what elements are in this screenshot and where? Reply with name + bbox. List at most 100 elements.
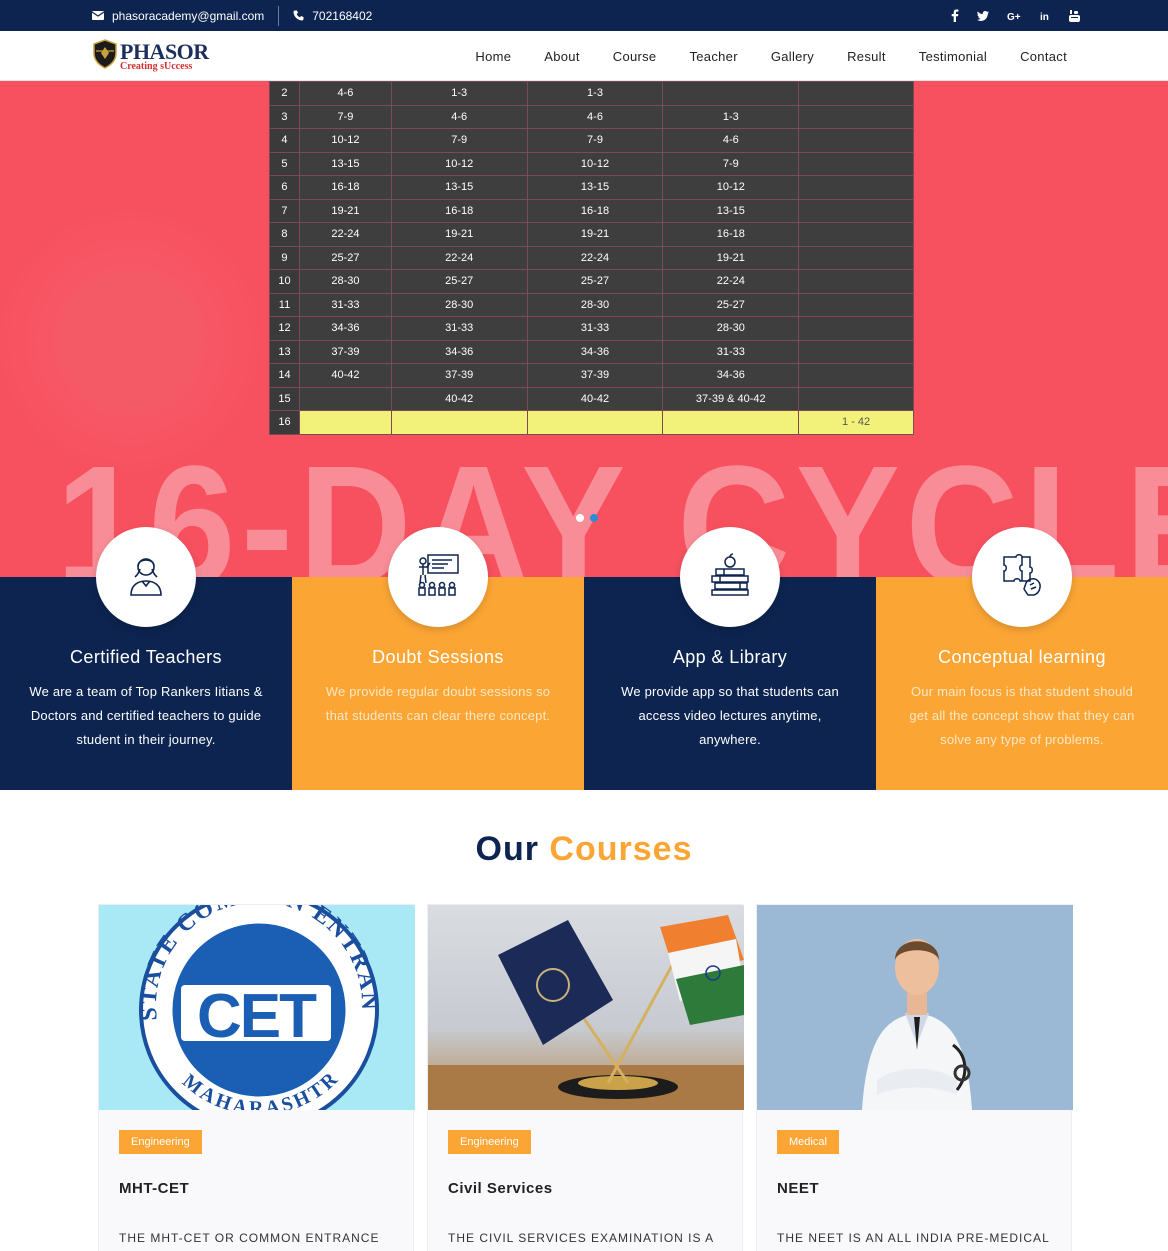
schedule-row: 2 4-6 1-3 1-3 bbox=[269, 81, 914, 106]
schedule-day-cell: 8 bbox=[269, 222, 300, 247]
nav-item-result[interactable]: Result bbox=[847, 49, 886, 64]
schedule-cell: 13-15 bbox=[390, 175, 528, 200]
schedule-cell: 1 - 42 bbox=[798, 410, 914, 435]
course-description: THE MHT-CET OR COMMON ENTRANCE TEST IS A… bbox=[119, 1231, 380, 1245]
site-logo[interactable]: PHASOR Creating sUccess bbox=[92, 39, 209, 74]
contact-info: phasoracademy@gmail.com 702168402 bbox=[92, 0, 372, 31]
linkedin-icon[interactable]: in bbox=[1040, 11, 1051, 21]
schedule-cell: 31-33 bbox=[390, 316, 528, 341]
google-plus-icon[interactable]: G+ bbox=[1007, 11, 1022, 21]
schedule-cell: 37-39 bbox=[390, 363, 528, 388]
features-section: Certified Teachers We are a team of Top … bbox=[0, 527, 1168, 790]
feature-card-doubt-sessions: Doubt Sessions We provide regular doubt … bbox=[292, 527, 584, 790]
course-image-flags[interactable] bbox=[428, 905, 744, 1110]
schedule-row: 11 31-33 28-30 28-30 25-27 bbox=[269, 292, 914, 317]
section-title-courses: Our Courses bbox=[0, 830, 1168, 869]
teacher-icon bbox=[126, 553, 166, 602]
facebook-icon[interactable] bbox=[951, 9, 959, 22]
course-card-civil-services[interactable]: Engineering Civil Services THE CIVIL SER… bbox=[427, 904, 744, 1251]
schedule-row: 14 40-42 37-39 37-39 34-36 bbox=[269, 363, 914, 388]
schedule-cell: 25-27 bbox=[390, 269, 528, 294]
nav-item-course[interactable]: Course bbox=[613, 49, 657, 64]
feature-text: We provide regular doubt sessions so tha… bbox=[325, 684, 551, 723]
schedule-cell: 19-21 bbox=[662, 245, 800, 270]
schedule-cell: 40-42 bbox=[526, 386, 664, 411]
nav-item-home[interactable]: Home bbox=[475, 49, 511, 64]
schedule-cell bbox=[798, 269, 914, 294]
schedule-cell: 22-24 bbox=[662, 269, 800, 294]
schedule-cell: 40-42 bbox=[298, 363, 392, 388]
schedule-cell: 25-27 bbox=[526, 269, 664, 294]
course-description: THE NEET IS AN ALL INDIA PRE-MEDICAL ENT… bbox=[777, 1231, 1050, 1245]
schedule-cell: 25-27 bbox=[662, 292, 800, 317]
nav-item-gallery[interactable]: Gallery bbox=[771, 49, 814, 64]
schedule-cell: 16-18 bbox=[526, 198, 664, 223]
cet-center-text: CET bbox=[197, 982, 317, 1051]
email-contact[interactable]: phasoracademy@gmail.com bbox=[92, 9, 264, 23]
schedule-cell: 34-36 bbox=[662, 363, 800, 388]
schedule-cell: 40-42 bbox=[390, 386, 528, 411]
brand-name: PHASOR bbox=[120, 38, 209, 64]
top-bar: phasoracademy@gmail.com 702168402 G+ in bbox=[0, 0, 1168, 31]
feature-icon-circle bbox=[972, 527, 1072, 627]
course-image-cet-logo[interactable]: STATE COMMON ENTRANCE TEST CELL MAHARASH… bbox=[99, 905, 415, 1110]
course-title[interactable]: NEET bbox=[777, 1180, 1071, 1197]
schedule-row: 10 28-30 25-27 25-27 22-24 bbox=[269, 269, 914, 294]
schedule-cell bbox=[798, 175, 914, 200]
course-badge[interactable]: Medical bbox=[777, 1130, 839, 1154]
schedule-cell: 19-21 bbox=[526, 222, 664, 247]
schedule-row: 12 34-36 31-33 31-33 28-30 bbox=[269, 316, 914, 341]
course-title[interactable]: Civil Services bbox=[448, 1180, 742, 1197]
schedule-day-cell: 7 bbox=[269, 198, 300, 223]
course-card-mht-cet[interactable]: STATE COMMON ENTRANCE TEST CELL MAHARASH… bbox=[98, 904, 415, 1251]
schedule-cell bbox=[798, 151, 914, 176]
schedule-day-cell: 5 bbox=[269, 151, 300, 176]
course-image-doctor[interactable] bbox=[757, 905, 1073, 1110]
schedule-cell: 7-9 bbox=[526, 128, 664, 153]
schedule-cell bbox=[662, 410, 800, 435]
schedule-cell bbox=[798, 198, 914, 223]
phone-contact[interactable]: 702168402 bbox=[293, 9, 372, 23]
schedule-table: 2 4-6 1-3 1-3 3 7-9 4-6 4-6 1-3 4 10-12 7-9 7-9 4-6 5 1… bbox=[269, 81, 914, 435]
nav-item-testimonial[interactable]: Testimonial bbox=[919, 49, 987, 64]
slider-dot-2[interactable] bbox=[590, 514, 598, 522]
feature-text: We provide app so that students can acce… bbox=[621, 684, 839, 747]
schedule-cell: 31-33 bbox=[526, 316, 664, 341]
course-title[interactable]: MHT-CET bbox=[119, 1180, 413, 1197]
logo-text: PHASOR Creating sUccess bbox=[120, 38, 209, 72]
youtube-icon[interactable] bbox=[1069, 9, 1080, 22]
nav-item-teacher[interactable]: Teacher bbox=[689, 49, 737, 64]
schedule-cell: 25-27 bbox=[298, 245, 392, 270]
schedule-cell: 10-12 bbox=[298, 128, 392, 153]
schedule-cell bbox=[798, 339, 914, 364]
schedule-cell: 31-33 bbox=[662, 339, 800, 364]
course-cards: STATE COMMON ENTRANCE TEST CELL MAHARASH… bbox=[98, 904, 1073, 1251]
nav-menu: Home About Course Teacher Gallery Result… bbox=[475, 31, 1067, 81]
hero-slider[interactable]: 16-DAY CYCLE 2 4-6 1-3 1-3 3 7-9 4-6 4-6 1-3 4 10-… bbox=[0, 81, 1168, 577]
email-text[interactable]: phasoracademy@gmail.com bbox=[112, 9, 264, 23]
feature-title: App & Library bbox=[672, 647, 788, 667]
nav-item-about[interactable]: About bbox=[544, 49, 579, 64]
schedule-cell bbox=[298, 386, 392, 411]
course-badge[interactable]: Engineering bbox=[448, 1130, 531, 1154]
feature-card-app-library: App & Library We provide app so that stu… bbox=[584, 527, 876, 790]
schedule-cell: 7-9 bbox=[390, 128, 528, 153]
phone-text[interactable]: 702168402 bbox=[312, 9, 372, 23]
schedule-cell bbox=[798, 316, 914, 341]
svg-text:in: in bbox=[1040, 12, 1049, 21]
course-card-neet[interactable]: Medical NEET THE NEET IS AN ALL INDIA PR… bbox=[756, 904, 1073, 1251]
course-badge[interactable]: Engineering bbox=[119, 1130, 202, 1154]
schedule-cell: 28-30 bbox=[298, 269, 392, 294]
schedule-cell bbox=[798, 222, 914, 247]
slider-dot-1[interactable] bbox=[576, 514, 584, 522]
title-part-2: Courses bbox=[549, 830, 693, 868]
twitter-icon[interactable] bbox=[977, 10, 989, 21]
schedule-cell: 34-36 bbox=[390, 339, 528, 364]
social-links: G+ in bbox=[951, 0, 1080, 31]
feature-icon-circle bbox=[680, 527, 780, 627]
schedule-row: 7 19-21 16-18 16-18 13-15 bbox=[269, 198, 914, 223]
schedule-row: 9 25-27 22-24 22-24 19-21 bbox=[269, 245, 914, 270]
nav-item-contact[interactable]: Contact bbox=[1020, 49, 1067, 64]
schedule-cell: 22-24 bbox=[390, 245, 528, 270]
shield-logo-icon bbox=[92, 39, 118, 74]
